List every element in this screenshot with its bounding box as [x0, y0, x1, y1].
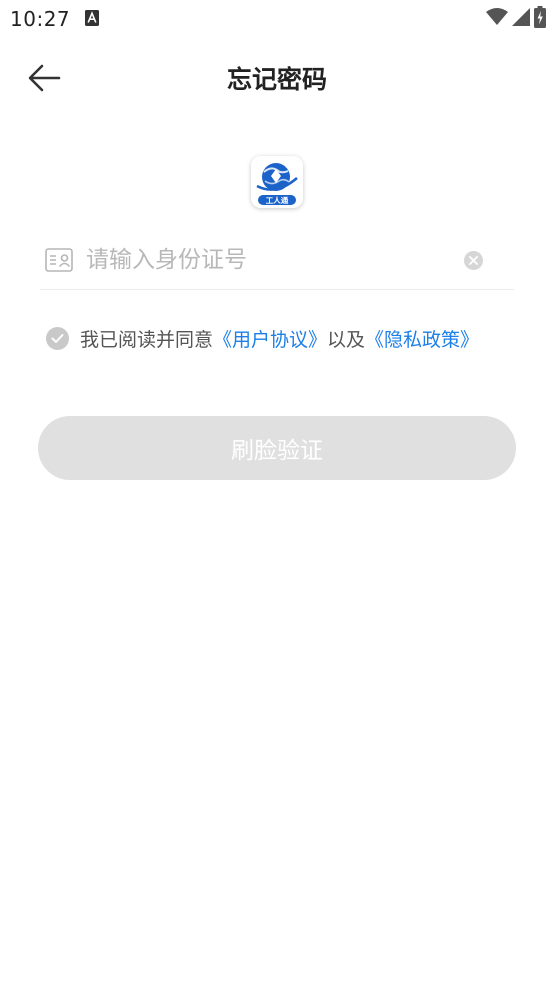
clear-icon[interactable]: [464, 251, 483, 270]
agreement-checkbox[interactable]: [46, 326, 69, 350]
wifi-icon: [486, 8, 508, 30]
id-number-input[interactable]: [86, 240, 446, 280]
status-bar: 10:27: [0, 0, 554, 38]
face-verify-button[interactable]: 刷脸验证: [38, 416, 516, 480]
privacy-policy-link[interactable]: 《隐私政策》: [365, 325, 479, 352]
agreement-conjunction: 以及: [327, 328, 366, 351]
battery-charging-icon: [534, 6, 546, 32]
logo-text: 工人通: [266, 195, 289, 205]
status-icons: [486, 6, 546, 32]
agreement-row: 我已阅读并同意 《用户协议》 以及 《隐私政策》: [46, 320, 479, 356]
page-title: 忘记密码: [226, 65, 327, 94]
status-time: 10:27: [10, 7, 71, 31]
id-number-row: [40, 230, 514, 290]
font-a-icon: [85, 10, 99, 26]
app-logo: 工人通: [251, 156, 303, 208]
signal-icon: [512, 8, 530, 30]
user-agreement-link[interactable]: 《用户协议》: [213, 325, 327, 352]
nav-bar: 忘记密码: [0, 50, 554, 110]
id-card-icon: [45, 248, 73, 272]
agreement-prefix: 我已阅读并同意: [80, 328, 214, 351]
